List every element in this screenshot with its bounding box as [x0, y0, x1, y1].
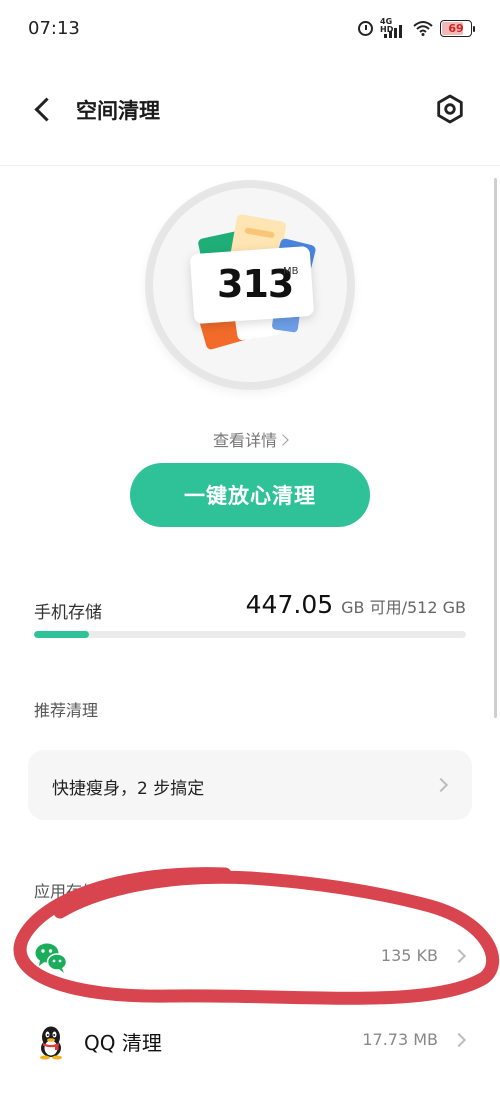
alarm-icon: [358, 20, 373, 36]
chevron-right-icon: [277, 434, 289, 446]
junk-size-unit: MB: [283, 266, 299, 277]
junk-size-value: 313: [217, 262, 294, 306]
qq-penguin-icon: [34, 1024, 68, 1060]
recommended-heading: 推荐清理: [34, 701, 99, 720]
status-time: 07:13: [28, 18, 80, 39]
cellular-signal-icon: 4G HD: [380, 18, 406, 38]
quick-slim-card[interactable]: 快捷瘦身，2 步搞定: [28, 750, 472, 820]
quick-slim-label: 快捷瘦身，2 步搞定: [52, 779, 205, 799]
qq-cleanup-label: QQ 清理: [84, 1031, 162, 1055]
wifi-icon: [413, 20, 433, 36]
space-cleanup-screen: 07:13 4G HD 69 空间清理 313 MB 查看详情 一键放心清理 手…: [0, 0, 500, 1097]
battery-level: 69: [448, 21, 464, 35]
wechat-cleanup-size: 135 KB: [380, 946, 438, 965]
storage-free-value: 447.05: [245, 590, 334, 619]
view-details-link[interactable]: 查看详情: [0, 427, 500, 451]
storage-label: 手机存储: [34, 603, 102, 623]
storage-capacity-text: GB 可用/512 GB: [341, 598, 466, 617]
header-divider: [0, 165, 500, 166]
qq-cleanup-size: 17.73 MB: [362, 1030, 438, 1049]
junk-cleanup-visual[interactable]: 313 MB: [145, 180, 355, 390]
chevron-right-icon: [451, 1032, 467, 1048]
settings-button[interactable]: [435, 94, 465, 124]
app-header: 空间清理: [0, 80, 500, 140]
battery-icon: 69: [440, 19, 475, 37]
wechat-icon: [34, 940, 68, 974]
storage-usage-fill: [34, 631, 89, 638]
storage-usage-bar: [34, 631, 466, 638]
view-details-label: 查看详情: [212, 431, 277, 450]
app-storage-heading: 应用存储: [34, 882, 99, 901]
storage-value: 447.05 GB 可用/512 GB: [246, 590, 466, 619]
back-button[interactable]: [30, 95, 60, 125]
chevron-right-icon: [433, 777, 449, 793]
qq-cleanup-row[interactable]: QQ 清理 17.73 MB: [0, 1010, 500, 1070]
status-bar: 07:13 4G HD 69: [0, 0, 500, 60]
hexagon-gear-icon: [437, 94, 463, 124]
page-title: 空间清理: [76, 99, 160, 123]
wechat-cleanup-row[interactable]: 135 KB: [0, 926, 500, 986]
one-click-clean-button[interactable]: 一键放心清理: [130, 463, 370, 527]
chevron-right-icon: [451, 948, 467, 964]
status-icons: 4G HD 69: [358, 18, 475, 38]
